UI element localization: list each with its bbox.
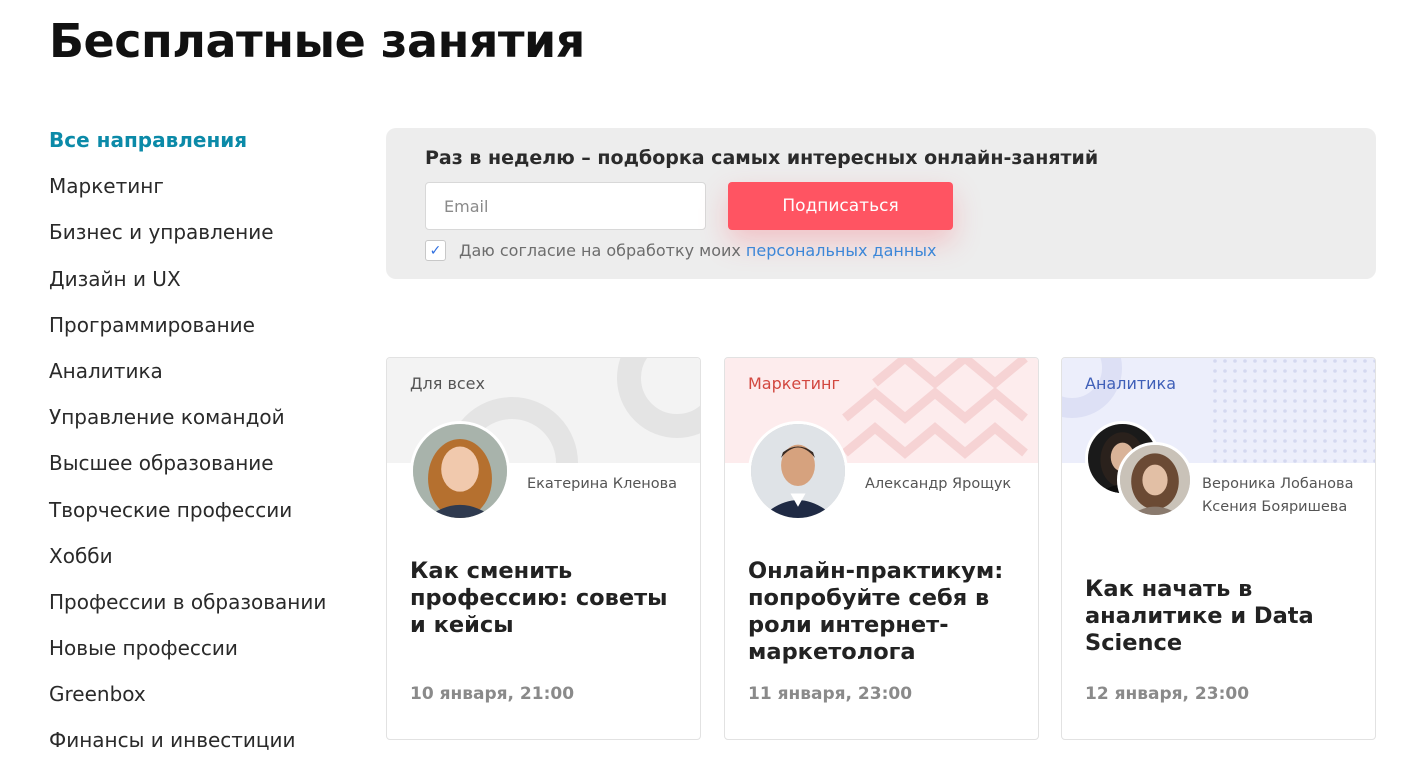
speaker-avatar <box>748 421 848 521</box>
speakers: Александр Ярощук <box>865 475 1030 493</box>
event-card[interactable]: Аналитика Вероника Лобанова Ксения Бояри… <box>1061 357 1376 740</box>
speaker-name: Екатерина Кленова <box>527 476 678 492</box>
sidebar-item-team-management[interactable]: Управление командой <box>49 401 369 447</box>
speakers: Екатерина Кленова <box>527 475 687 493</box>
sidebar-item-higher-education[interactable]: Высшее образование <box>49 447 369 493</box>
sidebar-item-new-professions[interactable]: Новые профессии <box>49 632 369 678</box>
card-date: 10 января, 21:00 <box>410 684 575 704</box>
subscribe-heading: Раз в неделю – подборка самых интересных… <box>425 147 1099 169</box>
sidebar-item-finance[interactable]: Финансы и инвестиции <box>49 724 369 762</box>
card-title[interactable]: Как сменить профессию: советы и кейсы <box>410 558 690 639</box>
card-date: 12 января, 23:00 <box>1085 684 1250 704</box>
card-category: Маркетинг <box>748 374 840 393</box>
card-title[interactable]: Как начать в аналитике и Data Science <box>1085 576 1365 657</box>
speaker-name: Александр Ярощук <box>865 476 1012 492</box>
card-category: Для всех <box>410 374 485 393</box>
card-title[interactable]: Онлайн-практикум: попробуйте себя в роли… <box>748 558 1028 666</box>
consent-text: Даю согласие на обработку моих <box>459 241 741 260</box>
sidebar-item-programming[interactable]: Программирование <box>49 309 369 355</box>
speaker-avatar <box>410 421 510 521</box>
consent-checkbox[interactable]: ✓ <box>425 240 446 261</box>
category-sidebar: Все направления Маркетинг Бизнес и управ… <box>49 124 369 762</box>
sidebar-item-greenbox[interactable]: Greenbox <box>49 678 369 724</box>
sidebar-item-education-professions[interactable]: Профессии в образовании <box>49 586 369 632</box>
sidebar-item-creative[interactable]: Творческие профессии <box>49 494 369 540</box>
checkmark-icon: ✓ <box>429 242 442 259</box>
subscribe-panel: Раз в неделю – подборка самых интересных… <box>386 128 1376 279</box>
speaker-avatar <box>1117 442 1193 518</box>
page-title: Бесплатные занятия <box>49 14 585 68</box>
event-card[interactable]: Для всех Екатерина Кленова Как сменить п… <box>386 357 701 740</box>
subscribe-button[interactable]: Подписаться <box>728 182 953 230</box>
sidebar-item-all[interactable]: Все направления <box>49 124 369 170</box>
speaker-name: Вероника Лобанова <box>1202 476 1354 492</box>
card-category: Аналитика <box>1085 374 1177 393</box>
card-date: 11 января, 23:00 <box>748 684 913 704</box>
sidebar-item-hobby[interactable]: Хобби <box>49 540 369 586</box>
sidebar-item-business[interactable]: Бизнес и управление <box>49 216 369 262</box>
event-card[interactable]: Маркетинг Александр Ярощук Онлайн-практи… <box>724 357 1039 740</box>
sidebar-item-analytics[interactable]: Аналитика <box>49 355 369 401</box>
personal-data-link[interactable]: персональных данных <box>746 241 937 260</box>
speaker-name: Ксения Бояришева <box>1202 499 1348 515</box>
consent-row: ✓ Даю согласие на обработку моих персона… <box>425 240 936 261</box>
sidebar-item-design[interactable]: Дизайн и UX <box>49 263 369 309</box>
speakers: Вероника Лобанова Ксения Бояришева <box>1202 475 1362 516</box>
sidebar-item-marketing[interactable]: Маркетинг <box>49 170 369 216</box>
email-field[interactable] <box>425 182 706 230</box>
